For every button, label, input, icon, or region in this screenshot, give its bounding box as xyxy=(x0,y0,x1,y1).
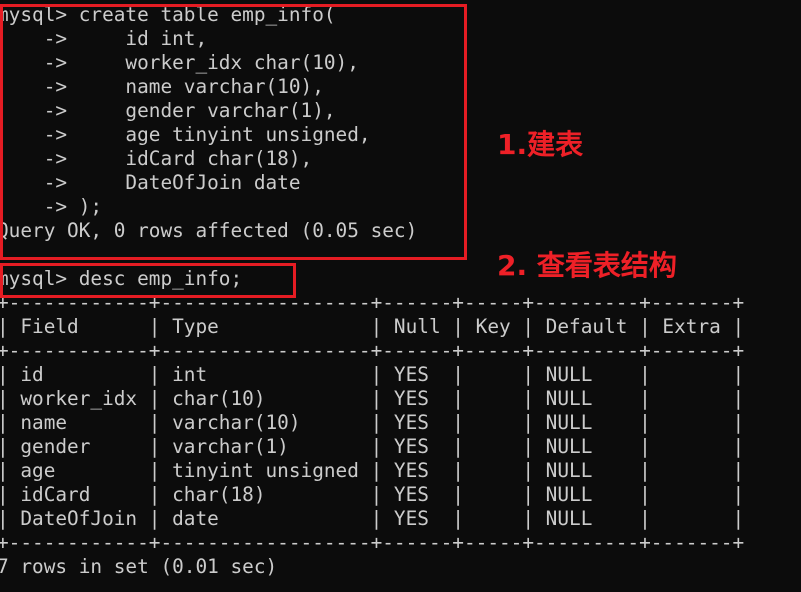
table-row: | worker_idx | char(10) | YES | | NULL |… xyxy=(0,387,745,410)
desc-command-highlight-box xyxy=(0,263,296,298)
table-border: +------------+------------------+------+… xyxy=(0,339,745,362)
table-row: | id | int | YES | | NULL | | xyxy=(0,363,745,386)
table-border: +------------+------------------+------+… xyxy=(0,531,745,554)
table-row: | age | tinyint unsigned | YES | | NULL … xyxy=(0,459,745,482)
step2-annotation: 2. 查看表结构 xyxy=(497,249,677,282)
table-header-row: | Field | Type | Null | Key | Default | … xyxy=(0,315,745,338)
rows-in-set-message: 7 rows in set (0.01 sec) xyxy=(0,555,278,578)
table-row: | name | varchar(10) | YES | | NULL | | xyxy=(0,411,745,434)
step1-annotation: 1.建表 xyxy=(497,128,584,161)
table-row: | idCard | char(18) | YES | | NULL | | xyxy=(0,483,745,506)
table-row: | DateOfJoin | date | YES | | NULL | | xyxy=(0,507,745,530)
table-row: | gender | varchar(1) | YES | | NULL | | xyxy=(0,435,745,458)
create-table-highlight-box xyxy=(0,4,467,260)
